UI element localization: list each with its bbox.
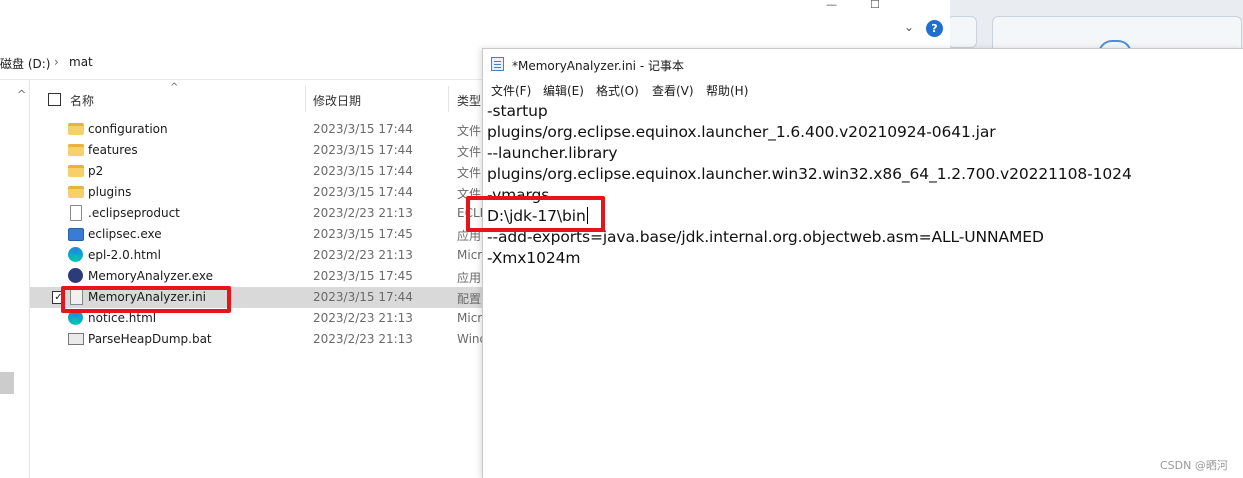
file-row[interactable]: p2 2023/3/15 17:44 文件 (30, 161, 490, 182)
navigation-selected-item[interactable] (0, 372, 14, 394)
menu-edit[interactable]: 编辑(E) (543, 82, 584, 99)
file-row[interactable]: ParseHeapDump.bat 2023/2/23 21:13 Wind (30, 329, 490, 350)
text-line: -Xmx1024m (487, 249, 581, 267)
file-date: 2023/3/15 17:44 (313, 185, 413, 199)
document-icon (70, 205, 82, 221)
column-separator[interactable] (448, 86, 449, 112)
file-row[interactable]: features 2023/3/15 17:44 文件 (30, 140, 490, 161)
minimize-button[interactable]: — (826, 0, 837, 11)
file-row[interactable]: epl-2.0.html 2023/2/23 21:13 Micr (30, 245, 490, 266)
background-card (947, 16, 977, 48)
scroll-up-icon[interactable]: ^ (17, 88, 26, 101)
menu-view[interactable]: 查看(V) (652, 82, 694, 99)
column-header: ^ 名称 修改日期 类型 (30, 82, 490, 116)
file-row[interactable]: plugins 2023/3/15 17:44 文件 (30, 182, 490, 203)
file-date: 2023/2/23 21:13 (313, 311, 413, 325)
exe-icon (68, 228, 84, 241)
title-bar[interactable]: *MemoryAnalyzer.ini - 记事本 (483, 49, 1243, 77)
file-type: 文件 (457, 166, 482, 180)
file-type: 文件 (457, 145, 482, 159)
file-date: 2023/3/15 17:44 (313, 122, 413, 136)
bat-icon (68, 333, 84, 345)
sort-ascending-icon: ^ (170, 82, 179, 93)
edge-icon (68, 247, 83, 262)
text-line: --launcher.library (487, 144, 618, 162)
breadcrumb-drive[interactable]: 磁盘 (D:) (0, 55, 50, 72)
file-name: MemoryAnalyzer.exe (88, 269, 214, 283)
file-date: 2023/2/23 21:13 (313, 206, 413, 220)
watermark: CSDN @晒河 (1160, 459, 1228, 472)
text-line: plugins/org.eclipse.equinox.launcher.win… (487, 165, 1132, 183)
file-name: .eclipseproduct (88, 206, 180, 220)
file-date: 2023/3/15 17:45 (313, 269, 413, 283)
file-name: eclipsec.exe (88, 227, 162, 241)
folder-icon (68, 186, 84, 198)
menu-format[interactable]: 格式(O) (596, 82, 639, 99)
window-title: *MemoryAnalyzer.ini - 记事本 (512, 59, 684, 73)
file-date: 2023/2/23 21:13 (313, 248, 413, 262)
file-type: 文件 (457, 124, 482, 138)
file-name: ParseHeapDump.bat (88, 332, 212, 346)
menu-file[interactable]: 文件(F) (491, 82, 531, 99)
navigation-pane: ^ (0, 80, 30, 478)
mat-icon (68, 268, 83, 283)
text-editor[interactable]: -startup plugins/org.eclipse.equinox.lau… (483, 100, 1243, 478)
column-type[interactable]: 类型 (457, 92, 481, 109)
highlight-box-file (61, 286, 231, 313)
folder-icon (68, 123, 84, 135)
help-icon[interactable]: ? (926, 20, 943, 37)
file-date: 2023/3/15 17:45 (313, 227, 413, 241)
file-row[interactable]: .eclipseproduct 2023/2/23 21:13 ECLI (30, 203, 490, 224)
file-name: configuration (88, 122, 168, 136)
file-date: 2023/3/15 17:44 (313, 164, 413, 178)
file-row[interactable]: configuration 2023/3/15 17:44 文件 (30, 119, 490, 140)
file-name: epl-2.0.html (88, 248, 161, 262)
folder-icon (68, 165, 84, 177)
highlight-box-line (466, 196, 605, 232)
file-type: 配置 (457, 292, 482, 306)
maximize-button[interactable]: ☐ (870, 0, 880, 11)
ribbon-controls: ⌄ ? (904, 20, 946, 40)
file-row[interactable]: MemoryAnalyzer.exe 2023/3/15 17:45 应用 (30, 266, 490, 287)
notepad-window: *MemoryAnalyzer.ini - 记事本 文件(F) 编辑(E) 格式… (482, 48, 1243, 478)
file-type: 应用 (457, 271, 482, 285)
menu-bar: 文件(F) 编辑(E) 格式(O) 查看(V) 帮助(H) (483, 79, 1243, 99)
select-all-checkbox[interactable] (48, 93, 61, 106)
file-name: features (88, 143, 138, 157)
column-date[interactable]: 修改日期 (313, 92, 361, 109)
file-name: plugins (88, 185, 132, 199)
file-date: 2023/3/15 17:44 (313, 290, 413, 304)
text-line: plugins/org.eclipse.equinox.launcher_1.6… (487, 123, 996, 141)
text-line: -startup (487, 102, 548, 120)
file-name: p2 (88, 164, 104, 178)
column-name[interactable]: 名称 (70, 92, 94, 109)
breadcrumb-folder[interactable]: mat (69, 55, 93, 69)
column-separator[interactable] (305, 86, 306, 112)
file-type: Micr (457, 311, 483, 325)
breadcrumb-separator: › (54, 55, 59, 69)
file-date: 2023/2/23 21:13 (313, 332, 413, 346)
notepad-icon (491, 57, 504, 71)
window-controls: — ☐ (810, 0, 950, 11)
folder-icon (68, 144, 84, 156)
file-type: Micr (457, 248, 483, 262)
file-name: notice.html (88, 311, 157, 325)
file-row[interactable]: eclipsec.exe 2023/3/15 17:45 应用 (30, 224, 490, 245)
chevron-down-icon[interactable]: ⌄ (904, 20, 914, 34)
file-date: 2023/3/15 17:44 (313, 143, 413, 157)
menu-help[interactable]: 帮助(H) (706, 82, 748, 99)
